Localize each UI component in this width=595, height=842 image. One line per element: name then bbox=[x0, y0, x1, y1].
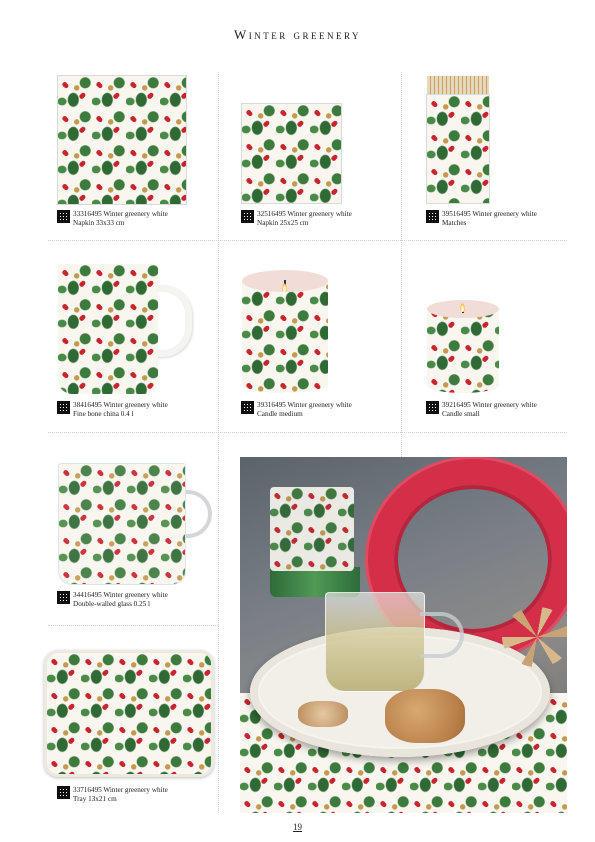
qr-code-icon bbox=[57, 786, 70, 799]
product-name: Winter greenery white bbox=[287, 210, 352, 218]
flame-icon bbox=[282, 283, 287, 292]
product-caption: 33316495 Winter greenery white Napkin 33… bbox=[57, 210, 168, 228]
product-code: 38416495 bbox=[73, 401, 102, 409]
grid-divider bbox=[48, 625, 218, 626]
grid-divider bbox=[218, 457, 219, 813]
lifestyle-photo bbox=[240, 457, 567, 813]
matches-heads-image bbox=[427, 76, 489, 94]
product-caption: 34416495 Winter greenery white Double-wa… bbox=[57, 591, 168, 609]
product-code: 34416495 bbox=[73, 591, 102, 599]
product-code: 39516495 bbox=[442, 210, 471, 218]
product-code: 39316495 bbox=[257, 401, 286, 409]
qr-code-icon bbox=[241, 210, 254, 223]
product-code: 39216495 bbox=[442, 401, 471, 409]
product-caption: 33716495 Winter greenery white Tray 13x2… bbox=[57, 786, 168, 804]
candle-small-image bbox=[427, 305, 499, 393]
matches-box-image bbox=[426, 94, 490, 204]
grid-divider bbox=[218, 72, 219, 457]
product-code: 33316495 bbox=[73, 210, 102, 218]
qr-code-icon bbox=[57, 591, 70, 604]
photo-glass-handle bbox=[420, 612, 464, 658]
product-name: Winter greenery white bbox=[472, 401, 537, 409]
product-code: 33716495 bbox=[73, 786, 102, 794]
qr-code-icon bbox=[57, 401, 70, 414]
page-number: 19 bbox=[293, 822, 302, 832]
product-desc: Napkin 33x33 cm bbox=[73, 219, 125, 227]
tray-image bbox=[44, 650, 214, 777]
product-name: Winter greenery white bbox=[472, 210, 537, 218]
mug-image bbox=[58, 264, 158, 394]
grid-divider bbox=[401, 72, 402, 457]
photo-candle-image bbox=[270, 487, 354, 571]
qr-code-icon bbox=[426, 210, 439, 223]
glass-image bbox=[58, 463, 186, 585]
grid-divider bbox=[48, 240, 567, 241]
qr-code-icon bbox=[241, 401, 254, 414]
qr-code-icon bbox=[57, 210, 70, 223]
photo-glass-image bbox=[325, 592, 425, 692]
product-caption: 38416495 Winter greenery white Fine bone… bbox=[57, 401, 168, 419]
product-name: Winter greenery white bbox=[103, 786, 168, 794]
napkin-25-image bbox=[241, 103, 342, 204]
page-title: Winter greenery bbox=[233, 27, 361, 42]
product-name: Winter greenery white bbox=[103, 401, 168, 409]
product-desc: Matches bbox=[442, 219, 467, 227]
product-desc: Candle small bbox=[442, 410, 480, 418]
product-caption: 39316495 Winter greenery white Candle me… bbox=[241, 401, 352, 419]
qr-code-icon bbox=[426, 401, 439, 414]
product-caption: 39216495 Winter greenery white Candle sm… bbox=[426, 401, 537, 419]
product-name: Winter greenery white bbox=[103, 591, 168, 599]
product-desc: Double-walled glass 0.25 l bbox=[73, 600, 151, 608]
product-caption: 32516495 Winter greenery white Napkin 25… bbox=[241, 210, 352, 228]
napkin-33-image bbox=[57, 75, 187, 205]
product-name: Winter greenery white bbox=[287, 401, 352, 409]
product-code: 32516495 bbox=[257, 210, 286, 218]
product-desc: Candle medium bbox=[257, 410, 303, 418]
product-desc: Napkin 25x25 cm bbox=[257, 219, 309, 227]
straw-star-decoration bbox=[502, 607, 567, 667]
grid-divider bbox=[48, 432, 567, 433]
flame-icon bbox=[460, 303, 465, 312]
product-desc: Fine bone china 0.4 l bbox=[73, 410, 134, 418]
cookie-image bbox=[298, 701, 348, 727]
product-caption: 39516495 Winter greenery white Matches bbox=[426, 210, 537, 228]
cookie-image bbox=[385, 689, 465, 743]
candle-medium-image bbox=[242, 275, 328, 393]
product-desc: Tray 13x21 cm bbox=[73, 795, 117, 803]
product-name: Winter greenery white bbox=[103, 210, 168, 218]
